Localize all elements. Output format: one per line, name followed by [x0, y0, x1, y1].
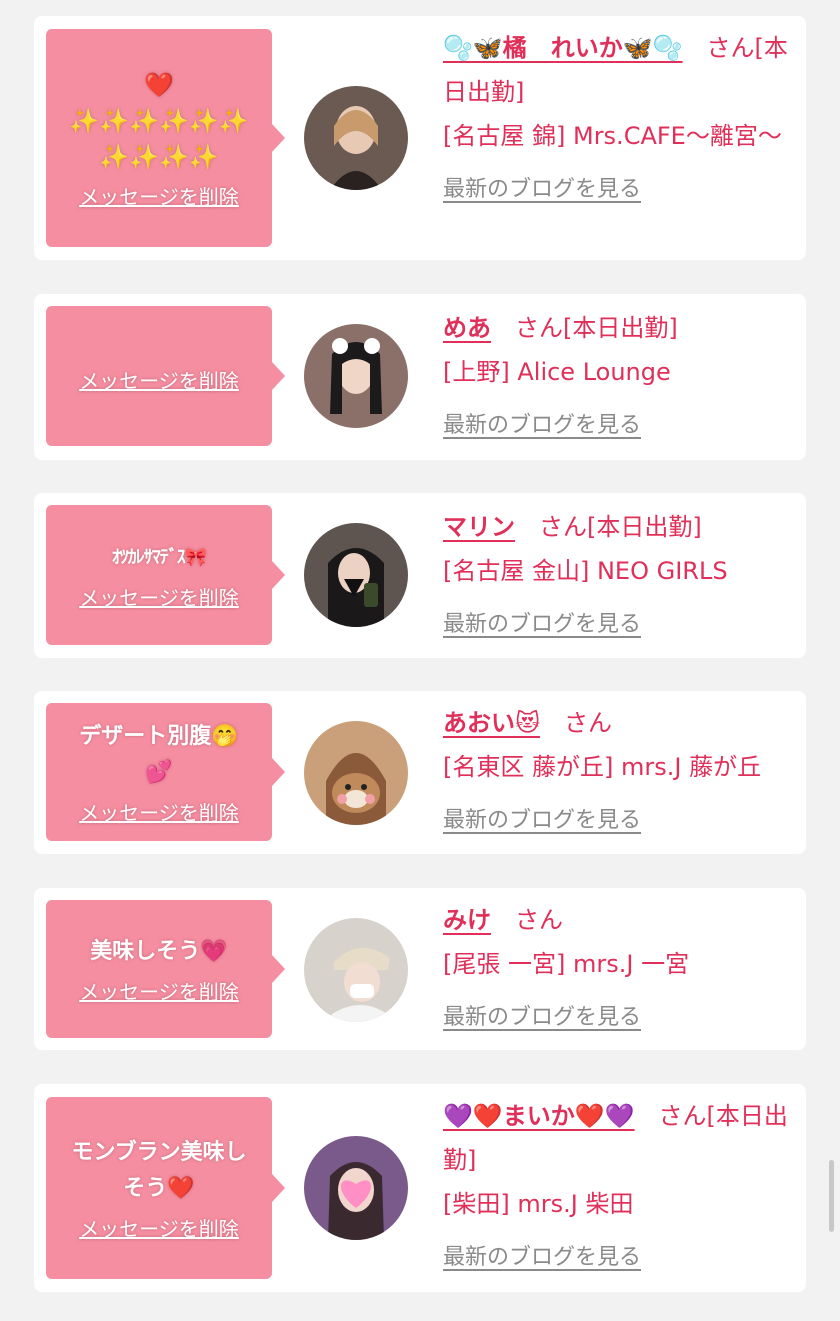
message-card: メッセージを削除 めあ さん[本日出勤] [上野] Alice Lounge 最…: [34, 294, 806, 460]
message-bubble: ｵﾂｶﾚｻﾏﾃﾞｽ🎀 メッセージを削除: [46, 505, 285, 645]
shop-name: [上野] Alice Lounge: [443, 358, 671, 386]
message-bubble: デザート別腹🤭 💕 メッセージを削除: [46, 703, 285, 841]
view-blog-link[interactable]: 最新のブログを見る: [443, 1236, 790, 1280]
cast-info: 💜❤️まいか❤️💜 さん[本日出勤] [柴田] mrs.J 柴田 最新のブログを…: [443, 1094, 790, 1280]
avatar[interactable]: [304, 918, 408, 1022]
message-card: ｵﾂｶﾚｻﾏﾃﾞｽ🎀 メッセージを削除 マリン さん[本日出勤] [名古屋 金山…: [34, 493, 806, 658]
cast-name-link[interactable]: マリン: [443, 513, 515, 541]
message-card: モンブラン美味し そう❤️ メッセージを削除 💜❤️まいか❤️💜 さん[本日出勤…: [34, 1084, 806, 1292]
scrollbar[interactable]: [829, 1160, 834, 1232]
cast-name-link[interactable]: 💜❤️まいか❤️💜: [443, 1102, 635, 1130]
delete-message-link[interactable]: メッセージを削除: [79, 181, 239, 210]
cast-suffix: さん: [491, 906, 563, 934]
cast-info: みけ さん [尾張 一宮] mrs.J 一宮 最新のブログを見る: [443, 898, 790, 1040]
avatar[interactable]: [304, 523, 408, 627]
message-bubble: ❤️ ✨✨✨✨✨✨ ✨✨✨✨ メッセージを削除: [46, 29, 285, 247]
message-text: ❤️ ✨✨✨✨✨✨ ✨✨✨✨: [69, 70, 249, 171]
cast-suffix: さん[本日出勤]: [491, 314, 678, 342]
shop-name: [名東区 藤が丘] mrs.J 藤が丘: [443, 753, 762, 781]
view-blog-link[interactable]: 最新のブログを見る: [443, 799, 790, 843]
cast-info: マリン さん[本日出勤] [名古屋 金山] NEO GIRLS 最新のブログを見…: [443, 505, 790, 647]
delete-message-link[interactable]: メッセージを削除: [79, 582, 239, 611]
cast-name-link[interactable]: みけ: [443, 906, 491, 934]
cast-suffix: さん[本日出勤]: [515, 513, 702, 541]
view-blog-link[interactable]: 最新のブログを見る: [443, 603, 790, 647]
message-text: デザート別腹🤭 💕: [79, 723, 239, 785]
message-text: モンブラン美味し そう❤️: [71, 1139, 247, 1201]
view-blog-link[interactable]: 最新のブログを見る: [443, 168, 790, 212]
cast-info: 🫧🦋橘 れいか🦋🫧 さん[本日出勤] [名古屋 錦] Mrs.CAFE〜離宮〜 …: [443, 26, 790, 212]
message-text: ｵﾂｶﾚｻﾏﾃﾞｽ🎀: [111, 546, 207, 568]
view-blog-link[interactable]: 最新のブログを見る: [443, 404, 790, 448]
shop-name: [名古屋 金山] NEO GIRLS: [443, 557, 728, 585]
avatar[interactable]: [304, 721, 408, 825]
message-card: ❤️ ✨✨✨✨✨✨ ✨✨✨✨ メッセージを削除 🫧🦋橘 れいか🦋🫧 さん[本日出…: [34, 16, 806, 260]
delete-message-link[interactable]: メッセージを削除: [79, 976, 239, 1005]
cast-info: あおい😻 さん [名東区 藤が丘] mrs.J 藤が丘 最新のブログを見る: [443, 701, 790, 843]
cast-info: めあ さん[本日出勤] [上野] Alice Lounge 最新のブログを見る: [443, 306, 790, 448]
cast-name-link[interactable]: めあ: [443, 314, 491, 342]
avatar[interactable]: [304, 1136, 408, 1240]
cast-name-link[interactable]: 🫧🦋橘 れいか🦋🫧: [443, 34, 683, 62]
shop-name: [名古屋 錦] Mrs.CAFE〜離宮〜: [443, 122, 782, 150]
cast-suffix: さん: [540, 709, 613, 737]
message-card: 美味しそう💗 メッセージを削除 みけ さん [尾張 一宮] mrs.J 一宮 最…: [34, 888, 806, 1050]
message-bubble: メッセージを削除: [46, 306, 285, 446]
shop-name: [尾張 一宮] mrs.J 一宮: [443, 950, 690, 978]
avatar[interactable]: [304, 86, 408, 190]
delete-message-link[interactable]: メッセージを削除: [79, 797, 239, 826]
delete-message-link[interactable]: メッセージを削除: [79, 1213, 239, 1242]
message-card: デザート別腹🤭 💕 メッセージを削除 あおい😻 さん [名東区 藤が丘] mrs…: [34, 691, 806, 854]
cast-name-link[interactable]: あおい😻: [443, 709, 540, 737]
delete-message-link[interactable]: メッセージを削除: [79, 365, 239, 394]
view-blog-link[interactable]: 最新のブログを見る: [443, 996, 790, 1040]
message-bubble: モンブラン美味し そう❤️ メッセージを削除: [46, 1097, 285, 1279]
shop-name: [柴田] mrs.J 柴田: [443, 1190, 634, 1218]
message-bubble: 美味しそう💗 メッセージを削除: [46, 900, 285, 1038]
avatar[interactable]: [304, 324, 408, 428]
message-text: 美味しそう💗: [90, 938, 228, 964]
